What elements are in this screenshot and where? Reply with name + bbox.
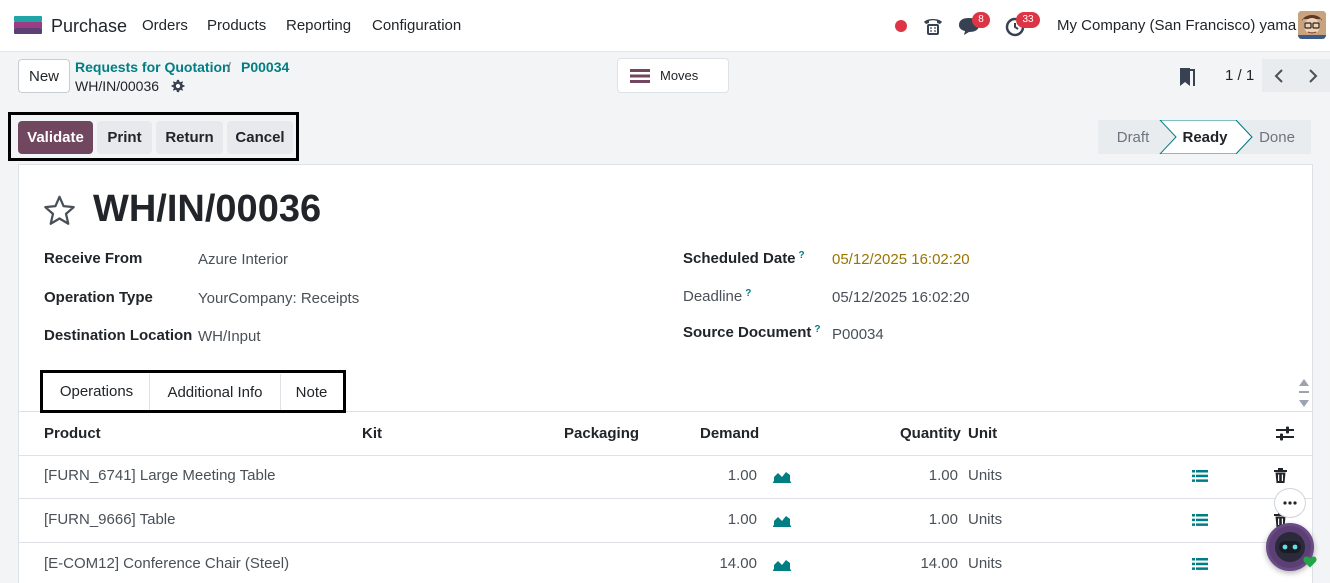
moves-label: Moves	[660, 68, 699, 83]
cancel-button[interactable]: Cancel	[227, 121, 293, 154]
source-document-label: Source Document?	[683, 324, 821, 341]
activities-badge: 33	[1016, 12, 1040, 28]
receive-from-field[interactable]: Azure Interior	[198, 251, 288, 268]
help-tooltip-icon[interactable]: ?	[745, 288, 751, 299]
column-header-kit[interactable]: Kit	[362, 425, 382, 442]
breadcrumb-rfq[interactable]: Requests for Quotation	[75, 59, 231, 75]
row-quantity[interactable]: 14.00	[888, 555, 958, 572]
breadcrumb-current: WH/IN/00036	[75, 78, 160, 94]
column-header-quantity[interactable]: Quantity	[900, 425, 961, 442]
row-divider	[18, 455, 1313, 456]
source-document-field[interactable]: P00034	[832, 326, 884, 343]
menu-configuration[interactable]: Configuration	[372, 17, 461, 34]
recording-indicator-icon[interactable]	[895, 20, 907, 32]
new-button[interactable]: New	[18, 59, 70, 93]
row-demand[interactable]: 1.00	[687, 511, 757, 528]
row-divider	[18, 498, 1313, 499]
status-draft[interactable]: Draft	[1098, 120, 1168, 154]
list-bars-icon	[630, 68, 650, 83]
column-header-packaging[interactable]: Packaging	[564, 425, 639, 442]
forecast-chart-icon[interactable]	[773, 557, 791, 571]
deadline-field[interactable]: 05/12/2025 16:02:20	[832, 289, 970, 306]
optional-columns-settings-icon[interactable]	[1276, 426, 1294, 441]
help-tooltip-icon[interactable]: ?	[814, 324, 820, 335]
deadline-label: Deadline?	[683, 288, 752, 305]
company-switcher[interactable]: My Company (San Francisco) yama	[1057, 17, 1296, 34]
breadcrumb-po[interactable]: P00034	[241, 59, 289, 75]
scroll-arrows-icon[interactable]	[1298, 377, 1310, 409]
row-demand[interactable]: 1.00	[687, 467, 757, 484]
scheduled-date-label: Scheduled Date?	[683, 250, 805, 267]
validate-button[interactable]: Validate	[18, 121, 93, 154]
star-icon[interactable]	[42, 194, 77, 228]
details-list-icon[interactable]	[1192, 469, 1208, 483]
user-avatar[interactable]	[1298, 11, 1326, 39]
forecast-chart-icon[interactable]	[773, 469, 791, 483]
row-product[interactable]: [FURN_9666] Table	[44, 511, 175, 528]
chevron-left-icon	[1274, 68, 1283, 83]
receive-from-label: Receive From	[44, 250, 143, 267]
record-title: WH/IN/00036	[93, 188, 322, 230]
help-tooltip-icon[interactable]: ?	[799, 250, 805, 261]
return-button[interactable]: Return	[156, 121, 223, 154]
details-list-icon[interactable]	[1192, 557, 1208, 571]
row-unit[interactable]: Units	[968, 511, 1002, 528]
pager-next-button[interactable]	[1296, 59, 1330, 92]
menu-orders[interactable]: Orders	[142, 17, 188, 34]
purchase-app-icon[interactable]	[14, 16, 42, 34]
column-header-product[interactable]: Product	[44, 425, 101, 442]
messages-badge: 8	[972, 12, 990, 28]
row-divider	[18, 542, 1313, 543]
print-button[interactable]: Print	[97, 121, 152, 154]
pager-previous-button[interactable]	[1262, 59, 1296, 92]
heart-online-icon	[1303, 556, 1317, 568]
gear-icon[interactable]	[171, 79, 185, 93]
more-options-button[interactable]	[1274, 488, 1306, 518]
top-navbar: Purchase Orders Products Reporting Confi…	[0, 0, 1330, 52]
menu-reporting[interactable]: Reporting	[286, 17, 351, 34]
destination-location-label: Destination Location	[44, 327, 193, 344]
app-name[interactable]: Purchase	[51, 16, 127, 37]
trash-icon[interactable]	[1274, 468, 1287, 483]
bookmark-icon[interactable]	[1178, 66, 1196, 88]
operation-type-field[interactable]: YourCompany: Receipts	[198, 290, 359, 307]
status-bar: Draft Ready Done	[1098, 120, 1311, 154]
chevron-right-icon	[1309, 68, 1318, 83]
pager-value[interactable]: 1 / 1	[1225, 67, 1254, 84]
details-list-icon[interactable]	[1192, 513, 1208, 527]
tabs-highlight-frame	[40, 370, 346, 413]
row-quantity[interactable]: 1.00	[888, 511, 958, 528]
scheduled-date-field[interactable]: 05/12/2025 16:02:20	[832, 251, 970, 268]
row-product[interactable]: [FURN_6741] Large Meeting Table	[44, 467, 276, 484]
row-product[interactable]: [E-COM12] Conference Chair (Steel)	[44, 555, 289, 572]
status-done[interactable]: Done	[1254, 120, 1300, 154]
ellipsis-icon	[1283, 501, 1297, 505]
moves-smart-button[interactable]: Moves	[617, 58, 729, 93]
phone-icon[interactable]	[921, 14, 945, 38]
row-demand[interactable]: 14.00	[687, 555, 757, 572]
breadcrumb-separator: /	[227, 59, 231, 75]
destination-location-field[interactable]: WH/Input	[198, 328, 261, 345]
column-header-demand[interactable]: Demand	[700, 425, 759, 442]
forecast-chart-icon[interactable]	[773, 513, 791, 527]
row-unit[interactable]: Units	[968, 467, 1002, 484]
column-header-unit[interactable]: Unit	[968, 425, 997, 442]
status-ready[interactable]: Ready	[1176, 120, 1234, 154]
row-unit[interactable]: Units	[968, 555, 1002, 572]
row-quantity[interactable]: 1.00	[888, 467, 958, 484]
operation-type-label: Operation Type	[44, 289, 153, 306]
menu-products[interactable]: Products	[207, 17, 266, 34]
